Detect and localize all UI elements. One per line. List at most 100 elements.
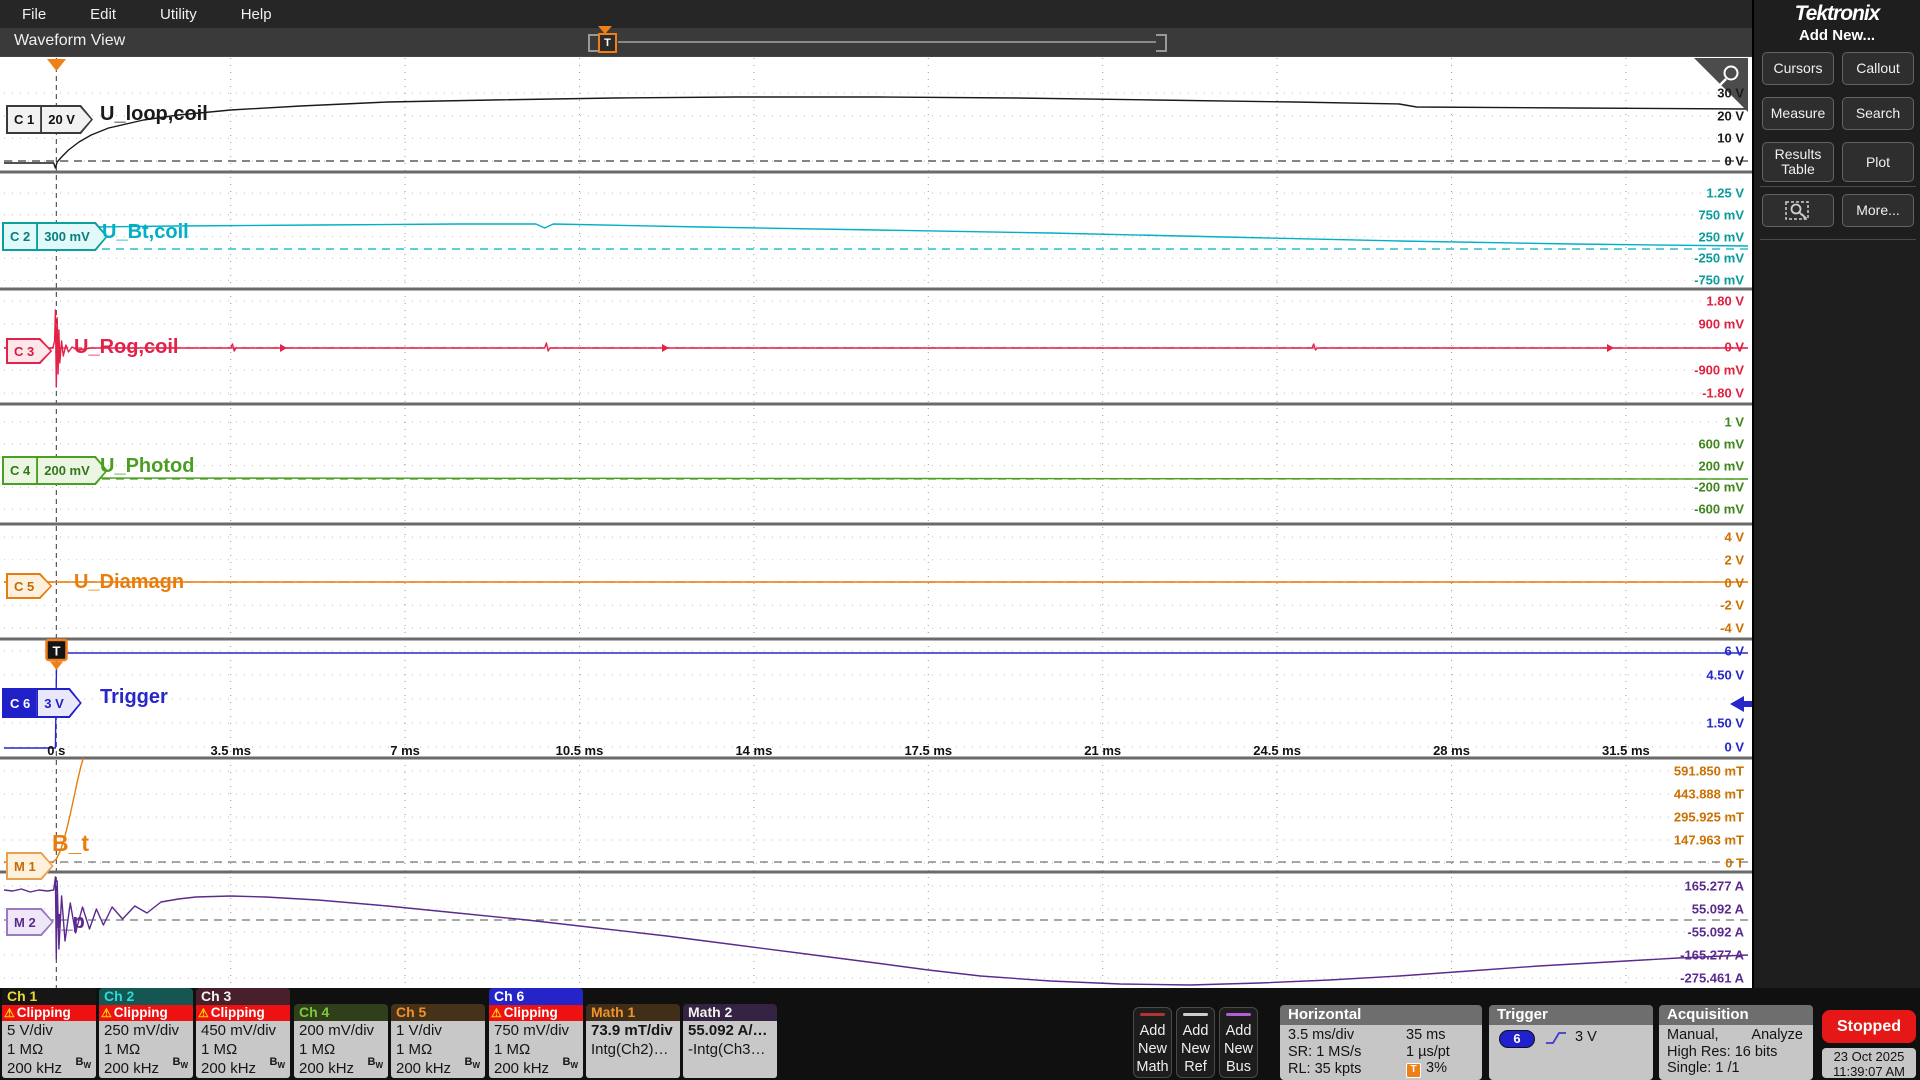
horizontal-row: 3.5 ms/div35 ms bbox=[1288, 1027, 1482, 1044]
channel-badge-line: 450 mV/div bbox=[201, 1021, 290, 1040]
tick-label-c6: 6 V bbox=[1724, 644, 1744, 659]
horizontal-panel[interactable]: Horizontal 3.5 ms/div35 msSR: 1 MS/s1 µs… bbox=[1280, 1005, 1482, 1080]
trigger-position-caret[interactable] bbox=[47, 59, 66, 71]
trigger-level-arrow[interactable] bbox=[1730, 696, 1752, 712]
tick-label-c4: -200 mV bbox=[1694, 480, 1744, 495]
time-label: 10.5 ms bbox=[556, 743, 604, 758]
tick-label-m2: 55.092 A bbox=[1692, 902, 1744, 917]
tick-label-c5: -2 V bbox=[1720, 598, 1744, 613]
button-label-line: Add bbox=[1220, 1022, 1257, 1040]
channel-badge-body: 1 V/div1 MΩ200 kHzBW bbox=[391, 1021, 485, 1078]
tick-label-c2: 750 mV bbox=[1698, 207, 1744, 222]
tick-label-m2: -165.277 A bbox=[1680, 948, 1744, 963]
sidebar-button-callout[interactable]: Callout bbox=[1842, 52, 1914, 85]
menu-item-edit[interactable]: Edit bbox=[68, 6, 138, 23]
add-new-bus-button[interactable]: AddNewBus bbox=[1219, 1007, 1258, 1078]
tick-label-c2: 250 mV bbox=[1698, 229, 1744, 244]
channel-badge-segment: M 1 bbox=[8, 854, 52, 878]
channel-badge-segment: C 2 bbox=[4, 224, 36, 249]
tick-label-c4: -600 mV bbox=[1694, 502, 1744, 517]
zoom-mode-button[interactable] bbox=[1762, 194, 1834, 227]
tick-label-c6: 4.50 V bbox=[1706, 668, 1744, 683]
bottom-badge-math-1[interactable]: Math 173.9 mT/divIntg(Ch2)… bbox=[586, 1004, 680, 1078]
tektronix-logo: Tektronix bbox=[1754, 2, 1920, 26]
pan-indicator-line[interactable] bbox=[618, 41, 1156, 43]
bottom-badge-ch-2[interactable]: Ch 2⚠Clipping250 mV/div1 MΩ200 kHzBW bbox=[99, 988, 193, 1078]
time-label: 0 s bbox=[47, 743, 65, 758]
sidebar-button-search[interactable]: Search bbox=[1842, 97, 1914, 130]
time-label: 7 ms bbox=[390, 743, 420, 758]
channel-name-m2: I_p bbox=[56, 911, 85, 934]
warning-icon: ⚠ bbox=[101, 1006, 112, 1020]
bottom-badge-ch-4[interactable]: Ch 4200 mV/div1 MΩ200 kHzBW bbox=[294, 1004, 388, 1078]
channel-tab-label: Math 2 bbox=[683, 1004, 777, 1021]
channel-badge-c1[interactable]: C 120 V bbox=[6, 105, 93, 134]
clipping-warning: ⚠Clipping bbox=[99, 1005, 193, 1021]
button-label-line: New bbox=[1177, 1040, 1214, 1058]
channel-name-c4: U_Photod bbox=[100, 455, 194, 478]
waveform-c3 bbox=[4, 310, 1748, 387]
horizontal-cell: 3.5 ms/div bbox=[1288, 1027, 1406, 1044]
channel-badge-line: 1 V/div bbox=[396, 1021, 485, 1040]
menu-item-help[interactable]: Help bbox=[219, 6, 294, 23]
add-new-math-button[interactable]: AddNewMath bbox=[1133, 1007, 1172, 1078]
trigger-panel[interactable]: Trigger 6 3 V bbox=[1489, 1005, 1653, 1080]
channel-tab-label: Ch 1 bbox=[2, 988, 96, 1005]
channel-badge-c6[interactable]: C 63 V bbox=[2, 688, 82, 718]
channel-badge-line: -Intg(Ch3… bbox=[688, 1040, 777, 1059]
acquisition-cell: Single: 1 /1 bbox=[1667, 1060, 1740, 1077]
sidebar-button-plot[interactable]: Plot bbox=[1842, 142, 1914, 182]
sidebar-button-results-table[interactable]: Results Table bbox=[1762, 142, 1834, 182]
add-new-ref-button[interactable]: AddNewRef bbox=[1176, 1007, 1215, 1078]
channel-name-c5: U_Diamagn bbox=[74, 571, 184, 594]
trigger-position-flag[interactable]: T bbox=[598, 33, 617, 53]
channel-badge-c2[interactable]: C 2300 mV bbox=[2, 222, 108, 251]
bottom-badge-ch-3[interactable]: Ch 3⚠Clipping450 mV/div1 MΩ200 kHzBW bbox=[196, 988, 290, 1078]
event-mark-icon bbox=[1607, 344, 1614, 352]
time-text: 11:39:07 AM bbox=[1822, 1064, 1916, 1079]
waveform-c1 bbox=[4, 97, 1748, 168]
menu-item-file[interactable]: File bbox=[0, 6, 68, 23]
waveform-c2 bbox=[4, 224, 1748, 247]
channel-name-c2: U_Bt,coil bbox=[102, 221, 189, 244]
sidebar-button-cursors[interactable]: Cursors bbox=[1762, 52, 1834, 85]
acquisition-panel[interactable]: Acquisition Manual,AnalyzeHigh Res: 16 b… bbox=[1659, 1005, 1813, 1080]
time-label: 24.5 ms bbox=[1253, 743, 1301, 758]
button-label-line: Add bbox=[1134, 1022, 1171, 1040]
channel-badge-body: 55.092 A/…-Intg(Ch3… bbox=[683, 1021, 777, 1078]
tick-label-c1: 20 V bbox=[1717, 108, 1744, 123]
button-accent-stripe bbox=[1183, 1013, 1208, 1016]
more-button[interactable]: More... bbox=[1842, 194, 1914, 227]
trigger-source-badge[interactable]: 6 bbox=[1499, 1030, 1535, 1048]
horizontal-cell: 1 µs/pt bbox=[1406, 1044, 1450, 1061]
bottom-badge-ch-6[interactable]: Ch 6⚠Clipping750 mV/div1 MΩ200 kHzBW bbox=[489, 988, 583, 1078]
channel-badge-segment: C 5 bbox=[8, 575, 50, 597]
view-title: Waveform View bbox=[14, 32, 125, 50]
time-label: 3.5 ms bbox=[210, 743, 250, 758]
run-stop-status[interactable]: Stopped bbox=[1822, 1010, 1916, 1043]
horizontal-cell: T3% bbox=[1406, 1060, 1447, 1078]
channel-badge-line: Intg(Ch2)… bbox=[591, 1040, 680, 1059]
channel-badge-c4[interactable]: C 4200 mV bbox=[2, 456, 108, 485]
bottom-badge-math-2[interactable]: Math 255.092 A/…-Intg(Ch3… bbox=[683, 1004, 777, 1078]
channel-name-c6: Trigger bbox=[100, 686, 168, 709]
tick-label-c4: 1 V bbox=[1724, 415, 1744, 430]
menu-item-utility[interactable]: Utility bbox=[138, 6, 219, 23]
button-accent-stripe bbox=[1226, 1013, 1251, 1016]
channel-name-c3: U_Rog,coil bbox=[74, 336, 178, 359]
bandwidth-limit-icon: BW bbox=[269, 1053, 285, 1075]
pan-indicator-right-bracket[interactable] bbox=[1156, 34, 1167, 52]
warning-icon: ⚠ bbox=[4, 1006, 15, 1020]
channel-name-c1: U_loop,coil bbox=[100, 103, 208, 126]
tick-label-c3: 900 mV bbox=[1698, 317, 1744, 332]
clipping-warning: ⚠Clipping bbox=[2, 1005, 96, 1021]
channel-badge-body: 750 mV/div1 MΩ200 kHzBW bbox=[489, 1021, 583, 1078]
horizontal-cell: SR: 1 MS/s bbox=[1288, 1044, 1406, 1061]
bottom-badge-ch-1[interactable]: Ch 1⚠Clipping5 V/div1 MΩ200 kHzBW bbox=[2, 988, 96, 1078]
bottom-badge-ch-5[interactable]: Ch 51 V/div1 MΩ200 kHzBW bbox=[391, 1004, 485, 1078]
tick-label-c2: -750 mV bbox=[1694, 273, 1744, 288]
channel-badge-line: 750 mV/div bbox=[494, 1021, 583, 1040]
waveform-plot[interactable]: T 30 V20 V10 V0 V1.25 V750 mV250 mV-250 … bbox=[0, 56, 1752, 989]
channel-badge-line: 55.092 A/… bbox=[688, 1021, 777, 1040]
sidebar-button-measure[interactable]: Measure bbox=[1762, 97, 1834, 130]
